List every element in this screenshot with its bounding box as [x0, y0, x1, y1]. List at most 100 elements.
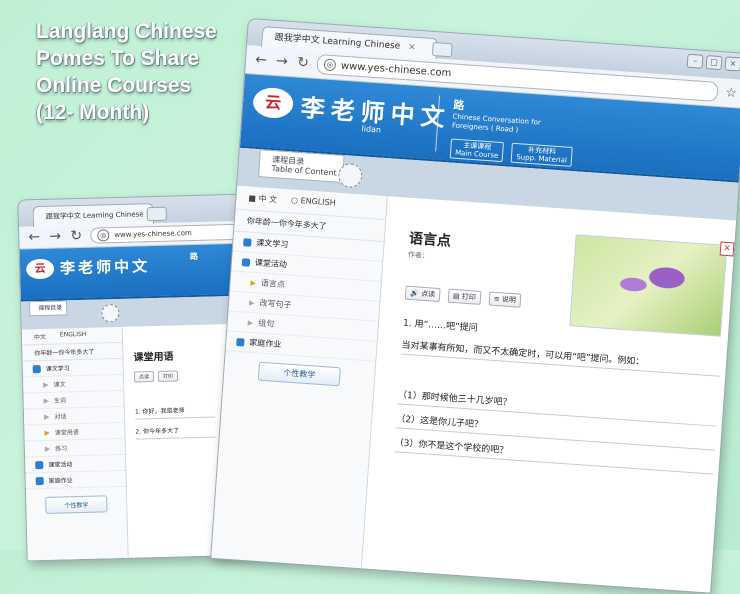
forward-arrow-icon[interactable]: → [275, 53, 290, 70]
author-label: 作者： [407, 250, 430, 261]
back-arrow-icon[interactable]: ← [254, 52, 269, 69]
sidebar-item-label: 课文学习 [256, 238, 289, 250]
example-line: 1. 你好，我是老师 [134, 404, 216, 420]
sidebar-item-label: 组句 [257, 318, 275, 329]
flower-image [569, 234, 728, 337]
bookmark-star-icon[interactable]: ☆ [725, 85, 738, 101]
sidebar-item-label: 家庭作业 [249, 337, 282, 350]
site-brand: 李老师中文 [59, 257, 151, 278]
browser-window-front: 跟我学中文 Learning Chinese × – □ × ← → ↻ ◎ ww… [210, 18, 740, 594]
lesson-controls: 点读 打印 [133, 370, 179, 383]
sidebar-item-label: 家庭作业 [48, 477, 73, 485]
back-arrow-icon[interactable]: ← [27, 229, 41, 245]
sidebar-item-label: 改写句子 [259, 298, 292, 310]
seal-icon [101, 303, 120, 323]
grammar-point: 1. 用“……吧”提问 [402, 318, 479, 334]
sidebar-item-label: 对话 [54, 413, 67, 421]
print-button[interactable]: ▤ 打印 [447, 288, 482, 305]
sidebar-item-homework[interactable]: 家庭作业 [25, 470, 126, 490]
tab-title: 跟我学中文 Learning Chinese [274, 32, 401, 52]
square-bullet-icon [35, 460, 44, 469]
promo-headline: Langlang Chinese Pomes To Share Online C… [36, 18, 256, 126]
grammar-explanation: 当对某事有所知，而又不太确定时，可以用“吧”提问。例如： [400, 337, 722, 377]
read-aloud-button[interactable]: 点读 [133, 371, 155, 383]
triangle-icon: ▶ [43, 396, 50, 405]
personal-teaching-button[interactable]: 个性教学 [257, 361, 341, 387]
course-menu: 主课课程 Main Course 补充材料 Supp. Material [449, 138, 573, 167]
window-controls: – □ × [686, 53, 740, 72]
globe-icon: ◎ [97, 229, 110, 242]
example-line: 2. 你今年多大了 [135, 424, 216, 440]
promo-line: Langlang Chinese [36, 20, 217, 43]
maximize-icon[interactable]: □ [705, 55, 723, 71]
triangle-icon: ▶ [44, 444, 51, 453]
square-bullet-icon [35, 476, 44, 485]
triangle-icon: ▶ [250, 278, 257, 287]
url-text: www.yes-chinese.com [340, 60, 452, 79]
triangle-icon: ▶ [248, 298, 255, 307]
sidebar-item-label: 课堂活动 [254, 258, 288, 270]
help-button[interactable]: ≡ 说明 [488, 291, 522, 308]
close-image-icon[interactable]: ✕ [719, 241, 735, 257]
sidebar-item-label: 课文学习 [45, 365, 70, 373]
table-of-contents-tab[interactable]: 课程目录 [28, 300, 68, 317]
personal-teaching-button[interactable]: 个性教学 [45, 495, 108, 514]
web-page: 云 李老师中文 lidan 路 Chinese Conversation for… [211, 73, 740, 593]
lang-en-option[interactable]: ENGLISH [60, 331, 87, 341]
lesson-content: 语言点 作者： ✕ 🔊 点读 ▤ 打印 ≡ 说明 1. 用“……吧”提问 当对某… [361, 196, 737, 593]
sidebar-item-label: 语言点 [260, 278, 286, 290]
promo-line: (12- Month) [36, 101, 150, 124]
ctrl-label: 点读 [420, 289, 436, 299]
sidebar-item-label: 课文 [53, 381, 66, 389]
lesson-title: 语言点 [408, 230, 452, 250]
course-title: 路 [189, 251, 198, 262]
promo-line: Online Courses [36, 74, 192, 97]
lang-zh-label: 中 文 [258, 194, 278, 205]
close-tab-icon[interactable]: × [408, 42, 416, 53]
globe-icon: ◎ [323, 58, 337, 72]
browser-tab[interactable]: 跟我学中文 Learning Chinese [32, 203, 155, 228]
logo-icon[interactable]: 云 [252, 86, 295, 120]
close-window-icon[interactable]: × [724, 56, 740, 72]
sidebar-item-label: 练习 [55, 445, 68, 453]
tab-title: 跟我学中文 Learning Chinese [45, 210, 144, 221]
lesson-sidebar: 中文 ENGLISH 你年龄一你今年多大了 课文学习 ▶ 课文 ▶ 生词 ▶ 对话 ▶… [21, 326, 129, 561]
square-bullet-icon [243, 237, 252, 247]
minimize-icon[interactable]: – [686, 53, 704, 69]
promo-line: Pomes To Share [36, 47, 199, 70]
brand-subtitle: lidan [361, 124, 382, 135]
print-button[interactable]: 打印 [157, 370, 179, 382]
lang-zh-option[interactable]: ■ 中 文 [248, 192, 277, 205]
lesson-sidebar: ■ 中 文 ○ ENGLISH 你年龄一你今年多大了 课文学习 课堂活动 ▶ 语言… [211, 185, 388, 569]
sidebar-item-label: 生词 [53, 397, 67, 405]
sidebar-item-label: 课堂活动 [48, 461, 73, 469]
logo-icon[interactable]: 云 [25, 258, 55, 280]
lang-zh-option[interactable]: 中文 [34, 332, 46, 341]
read-aloud-button[interactable]: 🔊 点读 [404, 285, 441, 303]
triangle-icon: ▶ [43, 380, 49, 389]
ctrl-label: 说明 [501, 295, 517, 305]
reload-icon[interactable]: ↻ [69, 228, 83, 244]
url-text: www.yes-chinese.com [114, 229, 192, 240]
forward-arrow-icon[interactable]: → [48, 228, 62, 244]
lesson-title: 课堂用语 [133, 351, 174, 364]
square-bullet-icon [236, 337, 245, 347]
main-course-button[interactable]: 主课课程 Main Course [449, 138, 505, 163]
triangle-icon: ▶ [44, 428, 50, 437]
new-tab-button[interactable] [431, 41, 453, 58]
course-title: 路 [452, 98, 465, 113]
square-bullet-icon [241, 257, 251, 267]
ctrl-label: 打印 [461, 292, 477, 302]
triangle-icon: ▶ [247, 318, 254, 327]
reload-icon[interactable]: ↻ [295, 54, 310, 72]
new-tab-button[interactable] [146, 206, 167, 222]
supp-material-button[interactable]: 补充材料 Supp. Material [510, 142, 573, 167]
sidebar-item-label: 课堂用语 [54, 429, 79, 437]
square-bullet-icon [32, 364, 41, 373]
course-subtitle: Chinese Conversation for Foreigners ( Ro… [451, 112, 542, 135]
lang-en-option[interactable]: ○ ENGLISH [291, 195, 336, 209]
triangle-icon: ▶ [43, 412, 50, 421]
lesson-controls: 🔊 点读 ▤ 打印 ≡ 说明 [404, 285, 522, 308]
table-of-contents-tab[interactable]: 课程目录 Table of Content [257, 149, 345, 184]
lang-en-label: ENGLISH [300, 196, 336, 208]
